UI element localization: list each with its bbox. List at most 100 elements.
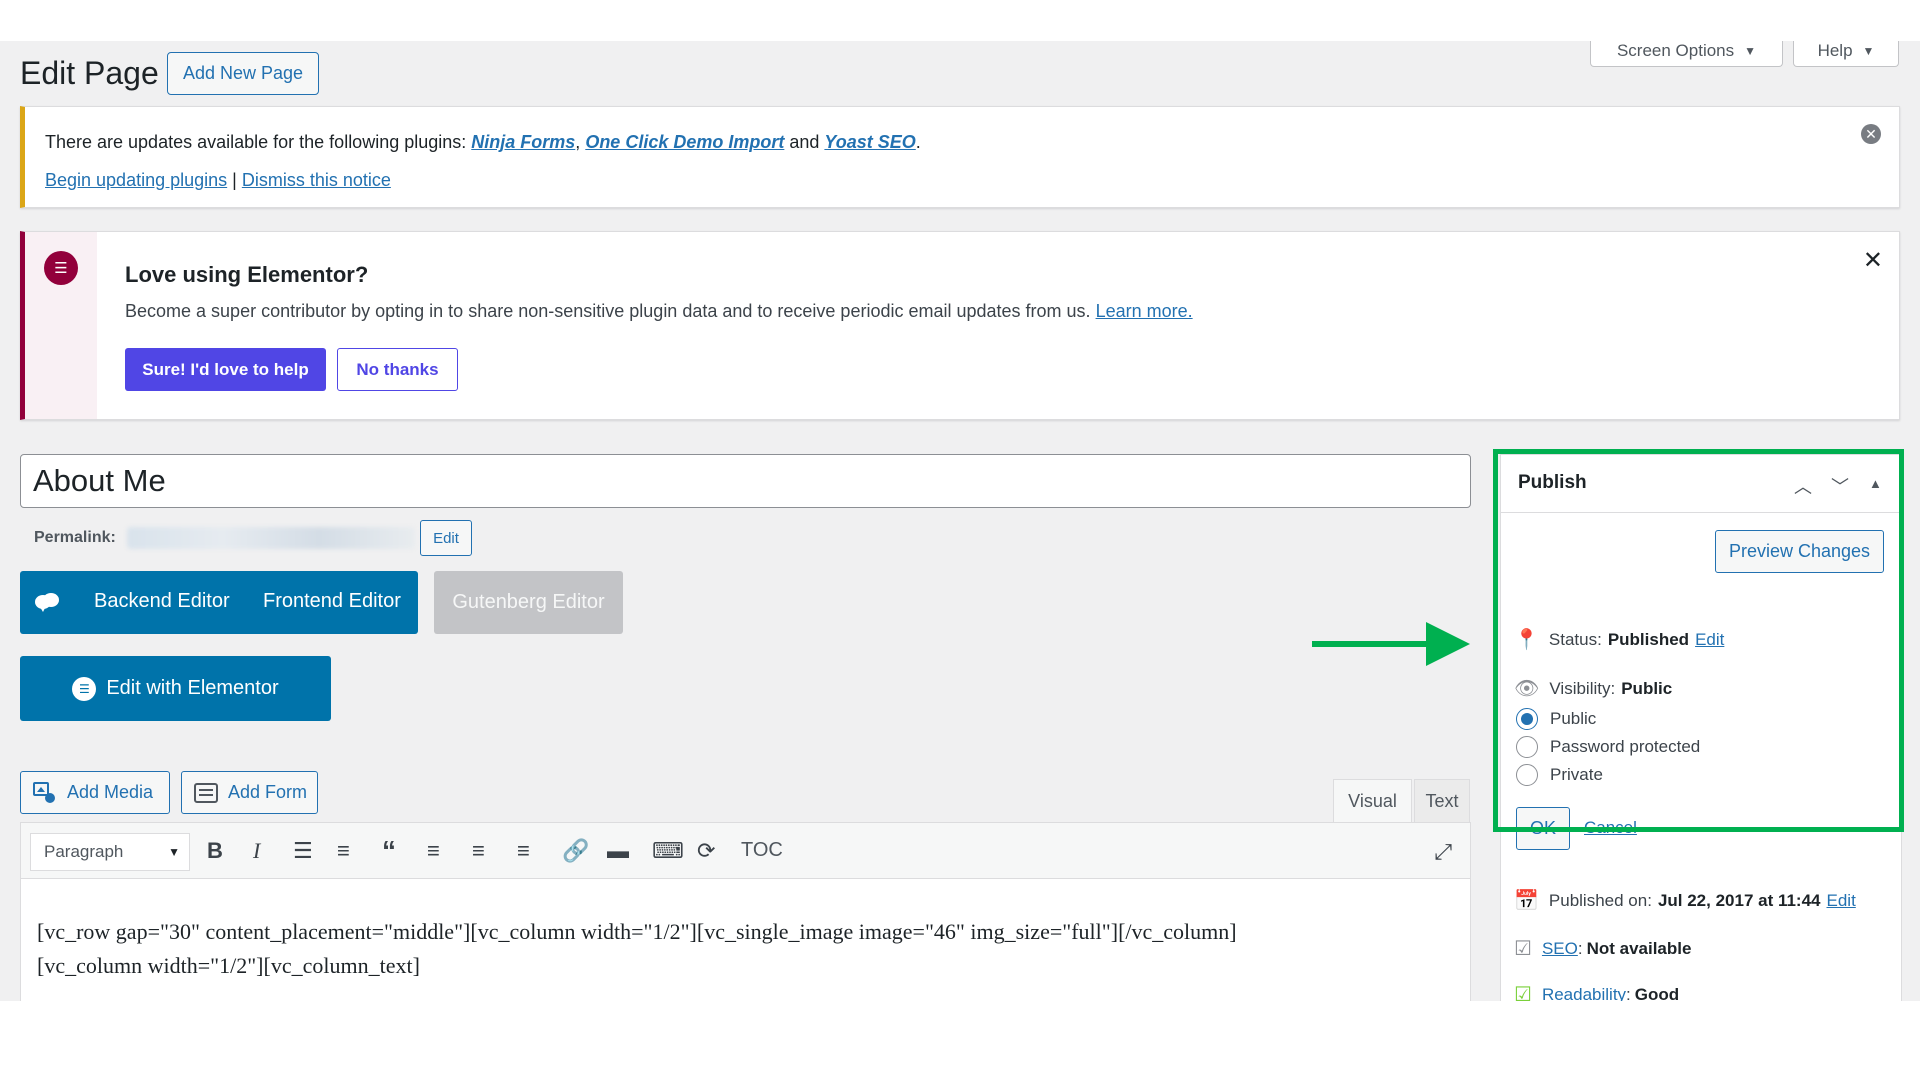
readability-value: Good [1634,984,1680,1002]
content-line: [vc_row gap="30" content_placement="midd… [37,919,1237,944]
notice-text-prefix: There are updates available for the foll… [45,132,472,152]
visibility-cancel-link[interactable]: Cancel [1584,818,1637,838]
form-icon [194,782,218,803]
page-title: Edit Page [20,55,159,91]
gutenberg-editor-button[interactable]: Gutenberg Editor [434,571,623,634]
editor-toolbar: Paragraph ▼ B I ☰ ≡ “ ≡ ≡ ≡ 🔗 ▬ ⌨ ⟳ TOC … [21,823,1470,879]
bold-icon[interactable]: B [207,839,223,863]
seo-row: ☑ SEO: Not available [1514,936,1691,961]
media-icon [33,781,55,803]
calendar-icon: 📅 [1514,890,1539,912]
bullet-list-icon[interactable]: ☰ [293,839,313,863]
link-icon[interactable]: 🔗 [562,839,589,863]
add-media-button[interactable]: Add Media [20,771,170,814]
visibility-option-public[interactable]: Public [1516,708,1596,730]
refresh-icon[interactable]: ⟳ [697,839,715,863]
add-new-page-button[interactable]: Add New Page [167,52,319,95]
option-label: Password protected [1550,737,1701,756]
add-form-label: Add Form [228,782,308,802]
chevron-up-icon[interactable]: ︿ [1794,473,1812,499]
close-icon[interactable]: ✕ [1863,246,1883,275]
help-label: Help [1817,41,1853,60]
fullscreen-icon[interactable]: ⤢ [1434,839,1452,865]
tab-text[interactable]: Text [1414,779,1470,822]
annotation-arrow-icon [1312,622,1470,666]
preview-changes-button[interactable]: Preview Changes [1715,530,1884,573]
published-on-edit-link[interactable]: Edit [1827,891,1856,911]
visibility-label: Visibility: [1549,678,1616,698]
tab-visual[interactable]: Visual [1333,779,1412,822]
wpbakery-cloud-icon[interactable] [34,591,60,613]
toolbar-toggle-icon[interactable]: ⌨ [652,839,684,863]
add-form-button[interactable]: Add Form [181,771,318,814]
caret-down-icon: ▼ [168,845,180,859]
dismiss-notice-link[interactable]: Dismiss this notice [242,170,391,190]
status-row: 📍 Status: Published Edit [1514,627,1724,652]
option-label: Public [1550,709,1597,728]
elementor-logo-icon: ☰ [44,251,78,285]
elementor-description-text: Become a super contributor by opting in … [125,301,1096,321]
edit-with-elementor-button[interactable]: ☰ Edit with Elementor [20,656,331,721]
wp-admin-screen: Screen Options ▼ Help ▼ Edit Page Add Ne… [0,41,1920,1001]
yoast-seo-icon: ☑ [1514,938,1532,960]
plugin-notice-actions: Begin updating plugins | Dismiss this no… [45,170,391,191]
post-title-input[interactable]: About Me [20,454,1471,508]
radio-password-protected[interactable] [1516,736,1538,758]
permalink-label: Permalink: [34,529,116,546]
ninja-forms-link[interactable]: Ninja Forms [471,132,575,152]
backend-editor-button[interactable]: Backend Editor [94,590,230,613]
toggle-panel-icon[interactable]: ▲ [1869,476,1882,491]
yoast-readability-icon: ☑ [1514,984,1532,1001]
radio-private[interactable] [1516,764,1538,786]
readability-colon: : [1626,984,1631,1002]
caret-down-icon: ▼ [1744,43,1757,58]
editor-content[interactable]: [vc_row gap="30" content_placement="midd… [37,915,1457,983]
pin-icon: 📍 [1514,629,1539,651]
published-on-label: Published on: [1548,890,1652,910]
begin-updating-link[interactable]: Begin updating plugins [45,170,227,190]
visibility-option-password[interactable]: Password protected [1516,736,1700,758]
visibility-ok-button[interactable]: OK [1516,807,1570,850]
permalink-url-blurred[interactable] [127,527,415,549]
learn-more-link[interactable]: Learn more. [1096,301,1193,321]
seo-value: Not available [1586,938,1692,958]
published-on-value: Jul 22, 2017 at 11:44 [1657,890,1821,910]
readability-row: ☑ Readability: Good [1514,982,1679,1001]
option-label: Private [1550,765,1603,784]
dismiss-icon[interactable]: ✕ [1861,124,1881,144]
plugin-notice-text: There are updates available for the foll… [45,132,921,153]
yoast-seo-link[interactable]: Yoast SEO [824,132,915,152]
help-tab[interactable]: Help ▼ [1793,41,1899,67]
screen-options-tab[interactable]: Screen Options ▼ [1590,41,1783,67]
frontend-editor-button[interactable]: Frontend Editor [263,590,401,613]
elementor-notice-description: Become a super contributor by opting in … [125,301,1193,322]
edit-with-elementor-label: Edit with Elementor [106,677,279,699]
chevron-down-icon[interactable]: ﹀ [1831,473,1849,499]
notice-suffix: . [915,132,921,152]
screen-options-label: Screen Options [1616,41,1735,60]
no-thanks-button[interactable]: No thanks [337,348,458,391]
publish-header: Publish ︿ ﹀ ▲ [1501,455,1901,513]
numbered-list-icon[interactable]: ≡ [337,839,350,863]
align-right-icon[interactable]: ≡ [517,839,530,863]
readability-link[interactable]: Readability [1542,985,1626,1002]
italic-icon[interactable]: I [253,839,260,863]
seo-link[interactable]: SEO [1542,939,1578,959]
status-edit-link[interactable]: Edit [1695,630,1724,650]
notice-divider: | [227,170,242,190]
read-more-icon[interactable]: ▬ [607,839,629,863]
align-center-icon[interactable]: ≡ [472,839,485,863]
one-click-demo-import-link[interactable]: One Click Demo Import [585,132,784,152]
align-left-icon[interactable]: ≡ [427,839,440,863]
radio-public[interactable] [1516,708,1538,730]
format-select[interactable]: Paragraph ▼ [30,833,190,871]
opt-in-button[interactable]: Sure! I'd love to help [125,348,326,391]
visibility-option-private[interactable]: Private [1516,764,1603,786]
toc-button[interactable]: TOC [741,839,783,862]
content-line: [vc_column width="1/2"][vc_column_text] [37,953,420,978]
blockquote-icon[interactable]: “ [382,837,396,865]
elementor-notice: ☰ Love using Elementor? Become a super c… [20,231,1900,420]
wpbakery-editor-switch: Backend Editor Frontend Editor [20,571,418,634]
permalink-edit-button[interactable]: Edit [420,520,472,556]
caret-down-icon: ▼ [1862,43,1875,58]
